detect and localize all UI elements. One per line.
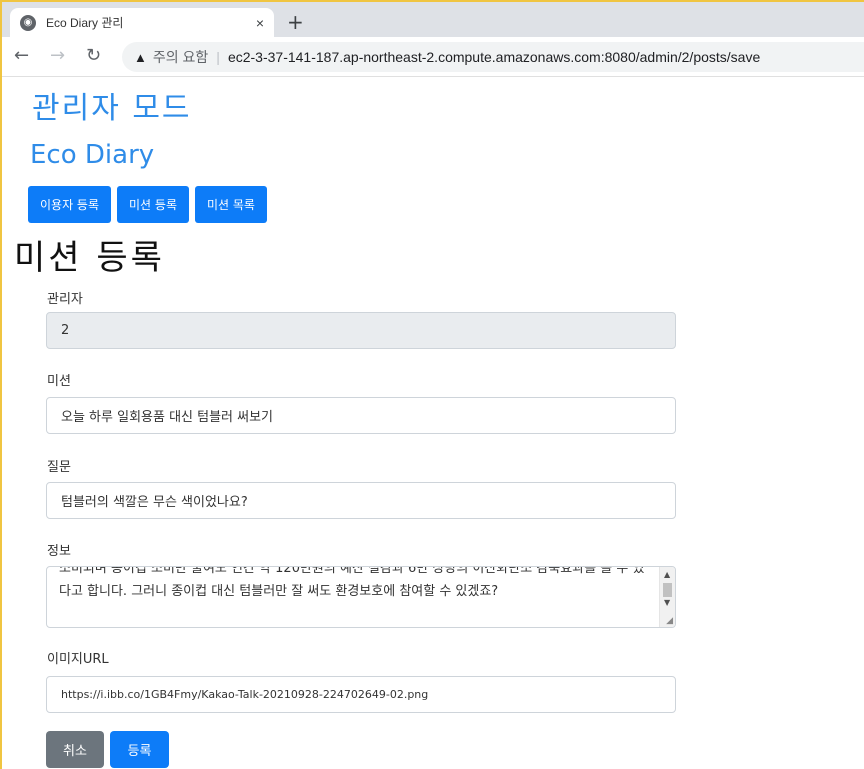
address-separator: | [216, 49, 220, 65]
info-text: 소비되며 종이컵 소비만 줄여도 연간 약 120만원의 예산 절감과 6만 상… [59, 566, 645, 599]
scroll-down-icon[interactable]: ▼ [664, 598, 670, 607]
mission-label: 미션 [47, 374, 71, 389]
mission-input[interactable]: 오늘 하루 일회용품 대신 텀블러 써보기 [46, 397, 676, 434]
info-textarea[interactable]: 소비되며 종이컵 소비만 줄여도 연간 약 120만원의 예산 절감과 6만 상… [46, 566, 676, 628]
cancel-button[interactable]: 취소 [46, 731, 104, 768]
scroll-up-icon[interactable]: ▲ [664, 570, 670, 579]
page-content: 관리자 모드 Eco Diary 이용자 등록 미션 등록 미션 목록 미션 등… [10, 78, 864, 769]
mission-list-button[interactable]: 미션 목록 [195, 186, 267, 223]
warning-icon: ▲ [134, 49, 147, 65]
admin-mode-title: 관리자 모드 [32, 91, 192, 126]
image-url-input[interactable]: https://i.ibb.co/1GB4Fmy/Kakao-Talk-2021… [46, 676, 676, 713]
reload-icon[interactable]: ↻ [86, 45, 101, 66]
resize-handle-icon[interactable]: ◢ [666, 616, 673, 626]
tab-strip: ◉ Eco Diary 관리 × + [2, 2, 864, 37]
browser-tab[interactable]: ◉ Eco Diary 관리 × [10, 8, 274, 37]
back-icon[interactable]: ← [14, 45, 29, 66]
admin-field: 2 [46, 312, 676, 349]
brand-title: Eco Diary [30, 140, 155, 170]
url-text: ec2-3-37-141-187.ap-northeast-2.compute.… [227, 49, 761, 65]
image-url-label: 이미지URL [47, 652, 109, 667]
close-tab-icon[interactable]: × [256, 15, 264, 31]
question-label: 질문 [47, 460, 71, 475]
form-title: 미션 등록 [14, 238, 165, 278]
address-bar[interactable]: ▲ 주의 요함 | ec2-3-37-141-187.ap-northeast-… [122, 42, 864, 72]
tab-title: Eco Diary 관리 [46, 16, 124, 30]
register-mission-button[interactable]: 미션 등록 [117, 186, 189, 223]
nav-button-row: 이용자 등록 미션 등록 미션 목록 [28, 186, 267, 223]
security-label: 주의 요함 [152, 49, 209, 65]
new-tab-icon[interactable]: + [287, 12, 304, 32]
forward-icon[interactable]: → [50, 45, 65, 66]
info-label: 정보 [47, 544, 71, 559]
register-user-button[interactable]: 이용자 등록 [28, 186, 112, 223]
question-input[interactable]: 텀블러의 색깔은 무슨 색이었나요? [46, 482, 676, 519]
browser-toolbar: ← → ↻ ▲ 주의 요함 | ec2-3-37-141-187.ap-nort… [2, 37, 864, 77]
scroll-thumb[interactable] [663, 583, 672, 597]
admin-label: 관리자 [47, 292, 83, 307]
submit-button[interactable]: 등록 [110, 731, 169, 768]
globe-icon: ◉ [20, 14, 36, 31]
